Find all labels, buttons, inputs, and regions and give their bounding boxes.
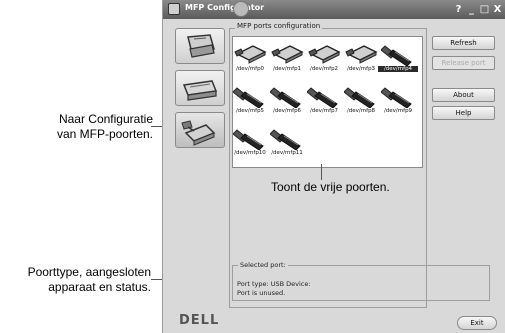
usb-port-icon [269,87,301,109]
minimize-button[interactable]: _ [465,3,478,16]
callout-free-ports: Toont de vrije poorten. [271,180,390,194]
port-label: /dev/mfp2 [309,66,339,72]
port-mfp1[interactable]: /dev/mfp1 [270,40,306,72]
app-icon [168,3,180,15]
port-mfp5[interactable]: /dev/mfp5 [232,82,269,114]
port-label: /dev/mfp8 [346,108,376,114]
sidebar-printer-button[interactable] [175,28,225,64]
port-label: /dev/mfp6 [272,108,302,114]
parallel-port-icon [271,45,304,64]
usb-port-icon [232,87,264,109]
release-port-button[interactable]: Release port [432,56,495,70]
port-label: /dev/mfp9 [383,108,413,114]
mfp-configurator-window: MFP Configurator ? _ □ X MFP ports confi… [162,0,505,333]
usb-port-icon [306,87,338,109]
port-label: /dev/mfp4 [378,66,418,72]
callout-config-nav: Naar Configuratie van MFP-poorten. [56,112,153,141]
parallel-port-icon [345,45,378,64]
port-mfp7[interactable]: /dev/mfp7 [306,82,343,114]
sidebar-ports-button[interactable] [175,112,225,148]
selected-port-title: Selected port: [238,261,288,269]
port-mfp0[interactable]: /dev/mfp0 [233,40,269,72]
help-window-button[interactable]: ? [452,3,465,16]
ports-group-title: MFP ports configuration [235,22,323,30]
about-button[interactable]: About [432,88,495,102]
port-label: /dev/mfp3 [346,66,376,72]
usb-port-icon [232,129,264,151]
port-label: /dev/mfp5 [235,108,265,114]
window-title: MFP Configurator [185,3,265,12]
port-mfp6[interactable]: /dev/mfp6 [269,82,306,114]
callout-line-free-ports [321,164,322,180]
exit-button[interactable]: Exit [457,316,497,330]
callout-port-status: Poorttype, aangesloten apparaat en statu… [27,265,151,294]
port-label: /dev/mfp0 [235,66,265,72]
dell-logo: DELL [179,313,220,328]
ports-config-icon [181,120,216,146]
port-mfp2[interactable]: /dev/mfp2 [307,40,343,72]
selected-port-status: Port is unused. [237,289,286,297]
port-mfp4[interactable]: /dev/mfp4 [378,40,418,72]
port-label: /dev/mfp1 [272,66,302,72]
decoration-icon [233,1,249,17]
port-label: /dev/mfp10 [234,150,266,156]
help-button[interactable]: Help [432,106,495,120]
printer-icon [187,34,215,58]
refresh-button[interactable]: Refresh [432,36,495,50]
usb-port-icon [380,45,412,67]
scanner-icon [182,80,218,101]
port-mfp9[interactable]: /dev/mfp9 [380,82,417,114]
port-mfp8[interactable]: /dev/mfp8 [343,82,380,114]
title-bar: MFP Configurator ? _ □ X [163,0,505,19]
port-mfp3[interactable]: /dev/mfp3 [344,40,380,72]
selected-port-type: Port type: USB Device: [237,280,311,288]
sidebar-scanner-button[interactable] [175,70,225,106]
close-button[interactable]: X [491,3,504,16]
maximize-button[interactable]: □ [478,3,491,16]
usb-port-icon [343,87,375,109]
parallel-port-icon [234,45,267,64]
port-mfp11[interactable]: /dev/mfp11 [269,124,306,156]
port-label: /dev/mfp11 [271,150,303,156]
usb-port-icon [269,129,301,151]
parallel-port-icon [308,45,341,64]
usb-port-icon [380,87,412,109]
port-mfp10[interactable]: /dev/mfp10 [232,124,269,156]
port-label: /dev/mfp7 [309,108,339,114]
